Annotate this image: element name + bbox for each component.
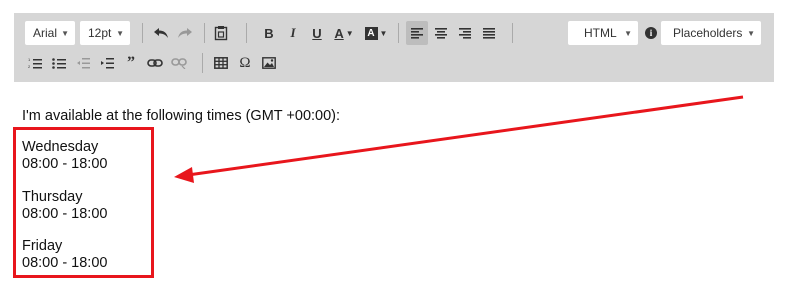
annotation-highlight-box [13, 127, 154, 278]
text-color-icon[interactable]: A ▼ [330, 21, 358, 45]
font-size-select[interactable]: 12pt ▼ [80, 21, 130, 45]
outdent-icon[interactable] [72, 51, 94, 75]
chevron-down-icon: ▼ [747, 29, 755, 38]
numbered-list-icon[interactable]: 12 [24, 51, 46, 75]
underline-icon[interactable]: U [306, 21, 328, 45]
toolbar-divider [202, 53, 203, 73]
svg-text:2: 2 [28, 64, 31, 69]
align-justify-icon[interactable] [478, 21, 500, 45]
editor-toolbar: Arial ▼ 12pt ▼ B I U A ▼ A ▼ HTML ▼ i Pl… [14, 13, 774, 82]
bulleted-list-icon[interactable] [48, 51, 70, 75]
align-center-icon[interactable] [430, 21, 452, 45]
font-size-value: 12pt [88, 26, 112, 40]
background-color-icon[interactable]: A ▼ [362, 21, 390, 45]
align-right-icon[interactable] [454, 21, 476, 45]
align-left-icon[interactable] [406, 21, 428, 45]
indent-icon[interactable] [96, 51, 118, 75]
blockquote-icon[interactable]: ” [120, 51, 142, 75]
toolbar-row-2: 12 ” Ω [14, 49, 774, 77]
undo-icon[interactable] [150, 21, 172, 45]
unlink-icon[interactable] [168, 51, 190, 75]
chevron-down-icon: ▼ [61, 29, 69, 38]
link-icon[interactable] [144, 51, 166, 75]
chevron-down-icon: ▼ [624, 29, 632, 38]
paste-icon[interactable] [210, 21, 232, 45]
italic-icon[interactable]: I [282, 21, 304, 45]
format-select[interactable]: HTML ▼ [568, 21, 638, 45]
image-icon[interactable] [258, 51, 280, 75]
chevron-down-icon: ▼ [116, 29, 124, 38]
svg-text:1: 1 [28, 57, 31, 62]
toolbar-divider [398, 23, 399, 43]
toolbar-row-1: Arial ▼ 12pt ▼ B I U A ▼ A ▼ HTML ▼ i Pl… [14, 19, 774, 47]
bold-icon[interactable]: B [258, 21, 280, 45]
toolbar-divider [246, 23, 247, 43]
placeholders-select[interactable]: Placeholders ▼ [661, 21, 761, 45]
format-select-value: HTML [584, 26, 617, 40]
special-char-icon[interactable]: Ω [234, 51, 256, 75]
availability-intro: I'm available at the following times (GM… [22, 108, 341, 124]
redo-icon[interactable] [174, 21, 196, 45]
font-family-select[interactable]: Arial ▼ [25, 21, 75, 45]
toolbar-divider [512, 23, 513, 43]
font-family-value: Arial [33, 26, 58, 40]
placeholders-select-value: Placeholders [673, 26, 743, 40]
toolbar-divider [142, 23, 143, 43]
table-icon[interactable] [210, 51, 232, 75]
toolbar-divider [204, 23, 205, 43]
info-icon[interactable]: i [640, 21, 662, 45]
